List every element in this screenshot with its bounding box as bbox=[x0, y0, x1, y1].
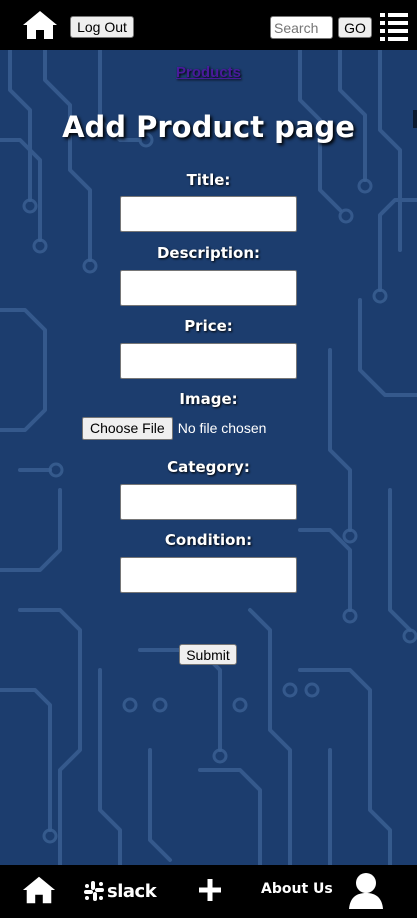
image-label: Image: bbox=[179, 390, 238, 408]
price-label: Price: bbox=[184, 317, 233, 335]
title-field[interactable] bbox=[120, 196, 297, 232]
slack-icon bbox=[84, 881, 104, 901]
condition-label: Condition: bbox=[164, 531, 253, 549]
menu-icon[interactable] bbox=[380, 11, 408, 41]
category-label: Category: bbox=[167, 458, 250, 476]
page-title: Add Product page bbox=[62, 110, 355, 144]
products-link[interactable]: Products bbox=[0, 64, 417, 81]
choose-file-button[interactable]: Choose File bbox=[82, 416, 173, 440]
plus-icon[interactable] bbox=[198, 878, 222, 902]
condition-field[interactable] bbox=[120, 557, 297, 593]
main-content: Products Add Product page Title: Descrip… bbox=[0, 50, 417, 865]
title-label: Title: bbox=[186, 171, 231, 189]
category-field[interactable] bbox=[120, 484, 297, 520]
top-navbar: Log Out GO bbox=[0, 0, 417, 50]
price-field[interactable] bbox=[120, 343, 297, 379]
bottom-navbar: slack About Us bbox=[0, 865, 417, 918]
description-field[interactable] bbox=[120, 270, 297, 306]
image-file-input: Choose File No file chosen bbox=[82, 416, 267, 440]
user-icon[interactable] bbox=[348, 872, 384, 910]
home-icon[interactable] bbox=[22, 10, 58, 40]
slack-label: slack bbox=[107, 880, 157, 902]
go-button[interactable]: GO bbox=[338, 17, 372, 38]
file-status: No file chosen bbox=[177, 420, 267, 436]
slack-link[interactable]: slack bbox=[84, 880, 157, 902]
description-label: Description: bbox=[156, 244, 260, 262]
search-input[interactable] bbox=[270, 16, 333, 39]
home-icon[interactable] bbox=[22, 875, 56, 905]
about-us-link[interactable]: About Us bbox=[261, 881, 333, 897]
submit-button[interactable]: Submit bbox=[179, 644, 237, 665]
logout-button[interactable]: Log Out bbox=[70, 16, 134, 38]
